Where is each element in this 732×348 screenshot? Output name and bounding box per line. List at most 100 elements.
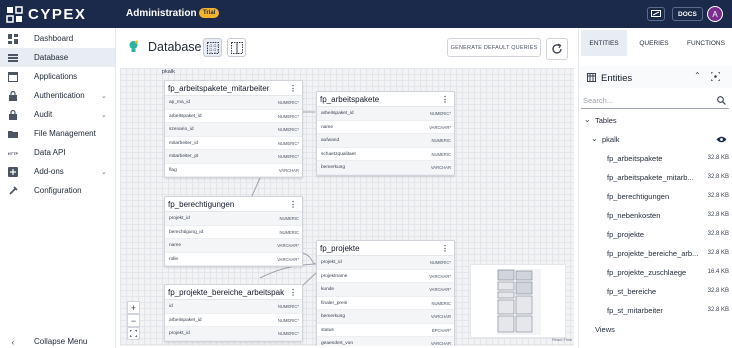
entities-title: Entities <box>601 73 633 84</box>
sidebar-item-file-management[interactable]: File Management <box>0 124 115 143</box>
lock-icon <box>8 91 18 101</box>
chevron-down-icon: ⌄ <box>101 111 107 119</box>
main-area: Database GENERATE DEFAULT QUERIES pkalk … <box>116 28 578 348</box>
column-row: rolle VARCHAR* <box>165 253 302 266</box>
table-title: fp_projekte_bereiche_arbeitspak <box>168 288 285 297</box>
sidebar-item-label: Audit <box>34 110 53 119</box>
sidebar-item-database[interactable]: Database <box>0 48 115 67</box>
more-vert-icon[interactable]: ⋮ <box>289 84 297 93</box>
sidebar-item-add-ons[interactable]: Add-ons ⌄ <box>0 162 115 181</box>
react-flow-attribution[interactable]: React Flow <box>552 337 572 342</box>
search-icon <box>717 96 726 105</box>
dashboard-icon <box>8 34 18 44</box>
sidebar-item-dashboard[interactable]: Dashboard <box>0 29 115 48</box>
fit-view-button[interactable] <box>127 327 140 340</box>
split-view-button[interactable] <box>227 38 246 57</box>
column-row: arbeitspaket_id NUMERIC* <box>317 107 454 121</box>
sidebar-item-configuration[interactable]: Configuration <box>0 181 115 200</box>
database-header: Database GENERATE DEFAULT QUERIES <box>116 28 578 66</box>
entity-item[interactable]: fp_projekte_zuschlaege 16.4 KB <box>579 263 732 282</box>
entity-item[interactable]: fp_st_mitarbeiter 32.8 KB <box>579 301 732 320</box>
table-icon <box>587 73 596 82</box>
chevron-down-icon: ⌄ <box>101 92 107 100</box>
column-row: projektname VARCHAR* <box>317 270 454 283</box>
applications-icon <box>8 72 18 82</box>
entity-item[interactable]: fp_arbeitspakete 32.8 KB <box>579 149 732 168</box>
collapse-all-icon[interactable]: ⌃ <box>694 71 701 80</box>
collapse-menu-label: Collapse Menu <box>34 337 88 346</box>
trial-badge: Trial <box>199 8 220 18</box>
chevron-down-icon: ⌄ <box>101 168 107 176</box>
docs-button[interactable]: DOCS <box>672 7 703 21</box>
table-title: fp_arbeitspakete <box>320 95 380 104</box>
cypex-logo-icon <box>6 5 23 23</box>
entity-item[interactable]: fp_projekte_bereiche_arb... 32.8 KB <box>579 244 732 263</box>
collapse-menu-button[interactable]: ‹ Collapse Menu <box>0 336 115 348</box>
sidebar-item-audit[interactable]: Audit ⌄ <box>0 105 115 124</box>
focus-icon[interactable] <box>711 72 720 81</box>
column-row: flag VARCHAR <box>165 164 302 177</box>
gear-icon <box>8 186 18 196</box>
entity-item[interactable]: fp_st_bereiche 32.8 KB <box>579 282 732 301</box>
more-vert-icon[interactable]: ⋮ <box>441 95 449 104</box>
table-node[interactable]: fp_projekte ⋮ projekt_id NUMERIC* projektn… <box>316 240 455 346</box>
table-node[interactable]: fp_arbeitspakete ⋮ arbeitspaket_id NUMERIC… <box>316 91 455 176</box>
split-view-icon <box>230 41 243 54</box>
entity-item[interactable]: fp_berechtigungen 32.8 KB <box>579 187 732 206</box>
sidebar-item-label: File Management <box>34 129 96 138</box>
entities-header: Entities ⌃ <box>579 66 732 88</box>
column-row: projekt_id NUMERIC <box>165 212 302 226</box>
zoom-out-button[interactable]: − <box>127 314 140 327</box>
tree-node-views[interactable]: Views <box>579 320 732 339</box>
lock-icon <box>8 110 18 120</box>
generate-default-queries-button[interactable]: GENERATE DEFAULT QUERIES <box>447 38 541 57</box>
refresh-button[interactable] <box>546 38 568 60</box>
database-bulb-icon <box>129 40 138 52</box>
tree-node-tables[interactable]: ⌄ Tables <box>579 111 732 130</box>
column-row: bemerkung VARCHAR <box>317 161 454 175</box>
sidebar: Dashboard Database Applications Authenti… <box>0 28 116 348</box>
more-vert-icon[interactable]: ⋮ <box>289 200 297 209</box>
chevron-down-icon: ⌄ <box>591 134 598 143</box>
column-row: name VARCHAR* <box>165 239 302 253</box>
entity-item[interactable]: fp_nebenkosten 32.8 KB <box>579 206 732 225</box>
column-row: mitarbeiter_pt NUMERIC* <box>165 150 302 164</box>
sidebar-item-label: Add-ons <box>34 167 64 176</box>
logo: CYPEX <box>6 5 86 23</box>
visibility-icon[interactable] <box>716 136 727 143</box>
minimap[interactable] <box>470 264 566 338</box>
table-node[interactable]: fp_arbeitspakete_mitarbeiter ⋮ ap_ma_id NU… <box>164 80 303 178</box>
tab-functions[interactable]: FUNCTIONS <box>680 30 732 56</box>
chevron-down-icon: ⌄ <box>584 115 591 124</box>
column-row: finaler_preis NUMERIC <box>317 297 454 310</box>
logo-text: CYPEX <box>28 5 87 23</box>
http-icon: HTTP <box>7 150 19 156</box>
table-node[interactable]: fp_projekte_bereiche_arbeitspak ⋮ id NUMER… <box>164 284 303 342</box>
diagram-canvas[interactable]: pkalk fp_arbeitspakete_mitarbeiter ⋮ ap_m… <box>120 68 574 346</box>
sidebar-item-authentication[interactable]: Authentication ⌄ <box>0 86 115 105</box>
column-row: ap_ma_id NUMERIC* <box>165 96 302 110</box>
monitor-button[interactable] <box>647 7 665 21</box>
table-node[interactable]: fp_berechtigungen ⋮ projekt_id NUMERIC ber… <box>164 196 303 267</box>
sidebar-item-applications[interactable]: Applications <box>0 67 115 86</box>
right-panel: ENTITIES QUERIES FUNCTIONS Entities ⌃ Se… <box>578 28 732 348</box>
tab-entities[interactable]: ENTITIES <box>581 30 627 56</box>
column-row: bemerkung VARCHAR <box>317 310 454 324</box>
monitor-icon <box>651 10 661 17</box>
more-vert-icon[interactable]: ⋮ <box>289 288 297 297</box>
avatar[interactable]: A <box>707 6 723 22</box>
column-row: szenario_id NUMERIC* <box>165 123 302 137</box>
chevron-left-icon: ‹ <box>11 337 15 347</box>
diagram-view-button[interactable] <box>203 38 222 57</box>
more-vert-icon[interactable]: ⋮ <box>441 244 449 253</box>
sidebar-item-label: Data API <box>34 148 66 157</box>
entity-item[interactable]: fp_projekte 32.8 KB <box>579 225 732 244</box>
tab-queries[interactable]: QUERIES <box>629 30 679 56</box>
sidebar-item-data-api[interactable]: HTTP Data API <box>0 143 115 162</box>
page-title: Database <box>148 40 202 54</box>
zoom-in-button[interactable]: + <box>127 301 140 314</box>
tree-node-schema[interactable]: ⌄ pkalk <box>579 130 732 149</box>
column-row: aufwand NUMERIC <box>317 134 454 148</box>
entity-item[interactable]: fp_arbeitspakete_mitarb... 32.8 KB <box>579 168 732 187</box>
entity-search-input[interactable]: Search... <box>581 91 729 109</box>
